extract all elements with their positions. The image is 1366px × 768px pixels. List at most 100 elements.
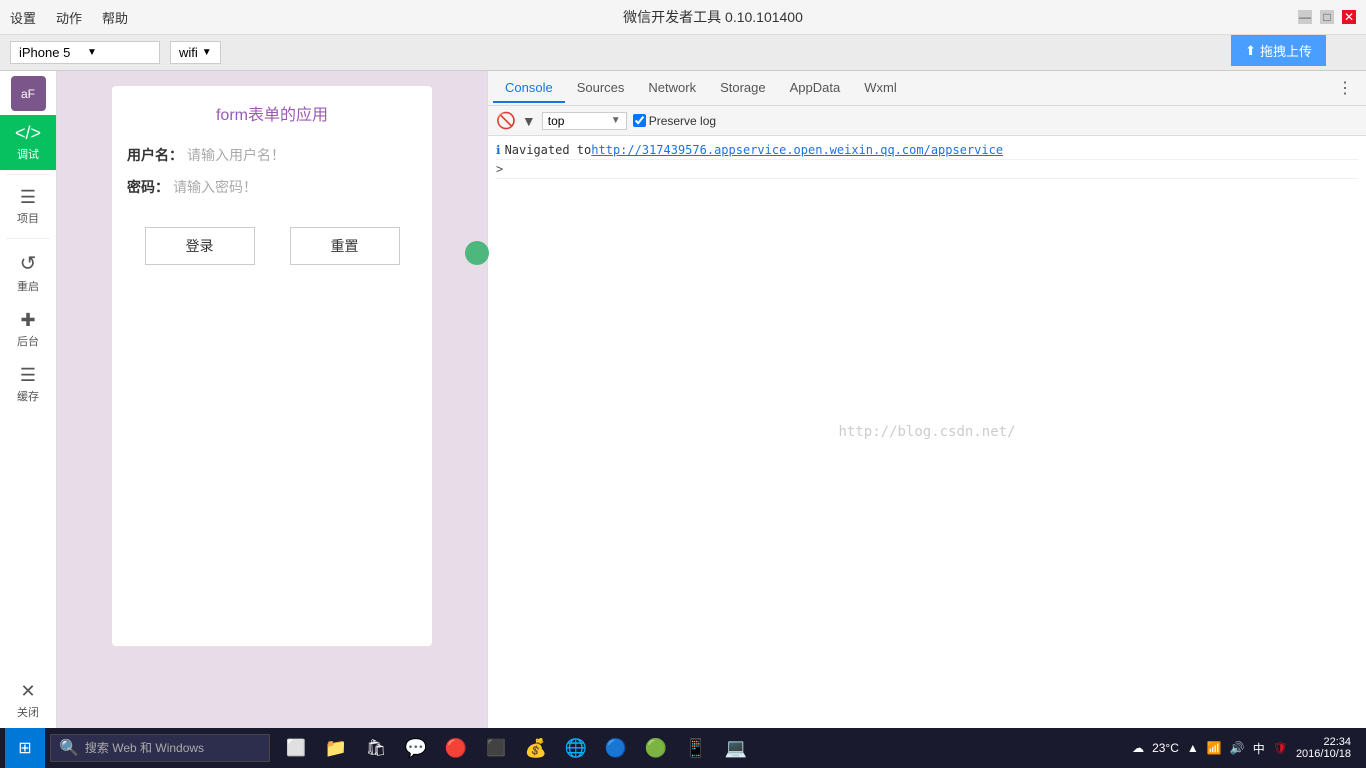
filter-icon[interactable]: ▼ [522, 113, 536, 129]
taskbar: ⊞ 🔍 ⬜ 📁 🛍 💬 🔴 ⬛ 💰 [0, 728, 1366, 768]
store-button[interactable]: 🛍 [358, 730, 394, 766]
taskbar-clock: 22:34 2016/10/18 [1296, 736, 1351, 760]
temp-label: 23°C [1152, 741, 1179, 755]
weather-icon: ☁ [1132, 741, 1144, 755]
chrome-button[interactable]: 🌐 [558, 730, 594, 766]
file-explorer-button[interactable]: 📁 [318, 730, 354, 766]
app-form-title: form表单的应用 [127, 101, 417, 125]
device-selector[interactable]: iPhone 5 ▼ [10, 41, 160, 64]
sidebar-label-backend: 后台 [17, 333, 39, 349]
avatar-initials: aF [21, 87, 35, 101]
sidebar-divider-2 [6, 238, 51, 239]
store-icon: 🛍 [366, 738, 386, 758]
close-button[interactable]: ✕ [1342, 10, 1356, 24]
chat-button[interactable]: 💬 [398, 730, 434, 766]
sidebar-item-debug[interactable]: </> 调试 [0, 115, 56, 170]
devtools-content: ℹ Navigated to http://317439576.appservi… [488, 136, 1366, 728]
filter-input-wrap: ▼ [542, 112, 627, 130]
sidebar-label-close: 关闭 [17, 704, 39, 720]
windows-icon: ⊞ [18, 738, 31, 758]
menu-help[interactable]: 帮助 [102, 8, 128, 27]
sidebar: aF </> 调试 ☰ 项目 ↺ 重启 ✚ 后台 ☰ 缓存 ✕ 关闭 [0, 71, 57, 728]
upload-icon: ⬆ [1245, 43, 1256, 59]
wifi-chevron-icon: ▼ [202, 47, 212, 58]
password-row: 密码： 请输入密码！ [127, 177, 417, 197]
restore-button[interactable]: □ [1320, 10, 1334, 24]
sidebar-label-debug: 调试 [17, 146, 39, 162]
vscode-icon: 💻 [725, 738, 747, 759]
wifi-selector[interactable]: wifi ▼ [170, 41, 221, 64]
chat-icon: 💬 [405, 738, 427, 759]
minimize-button[interactable]: — [1298, 10, 1312, 24]
wechat-dev-icon: 📱 [685, 738, 707, 759]
red-app-button[interactable]: 🔴 [438, 730, 474, 766]
clear-console-icon[interactable]: 🚫 [496, 111, 516, 131]
filter-dropdown-icon[interactable]: ▼ [611, 115, 621, 126]
finance-icon: 💰 [525, 738, 547, 759]
app-title: 微信开发者工具 0.10.101400 [623, 7, 803, 27]
devtools-tabs: Console Sources Network Storage AppData … [488, 71, 1366, 106]
search-icon: 🔍 [59, 738, 79, 758]
backend-icon: ✚ [20, 310, 35, 331]
cache-icon: ☰ [20, 365, 36, 386]
file-explorer-icon: 📁 [325, 738, 347, 759]
tab-network[interactable]: Network [636, 74, 708, 103]
username-label: 用户名： [127, 145, 183, 165]
time-label: 22:34 [1296, 736, 1351, 748]
password-label: 密码： [127, 177, 169, 197]
tab-wxml[interactable]: Wxml [852, 74, 909, 103]
console-row-navigated: ℹ Navigated to http://317439576.appservi… [496, 141, 1358, 160]
taskbar-search[interactable]: 🔍 [50, 734, 270, 762]
sidebar-item-cache[interactable]: ☰ 缓存 [0, 357, 56, 412]
device-bar: iPhone 5 ▼ wifi ▼ [0, 35, 1366, 71]
wechat-dev-button[interactable]: 📱 [678, 730, 714, 766]
sidebar-item-restart[interactable]: ↺ 重启 [0, 243, 56, 302]
devtools-panel: Console Sources Network Storage AppData … [487, 71, 1366, 728]
sidebar-item-backend[interactable]: ✚ 后台 [0, 302, 56, 357]
preserve-log-label: Preserve log [649, 114, 716, 128]
preserve-log-checkbox[interactable] [633, 114, 646, 127]
start-button[interactable]: ⊞ [5, 728, 45, 768]
reset-button[interactable]: 重置 [290, 227, 400, 265]
network-icon: 📶 [1207, 741, 1222, 755]
taskbar-search-input[interactable] [85, 741, 245, 755]
sidebar-label-project: 项目 [17, 210, 39, 226]
filter-input[interactable] [548, 114, 608, 128]
blue-app-button[interactable]: 🔵 [598, 730, 634, 766]
prompt-icon: > [496, 162, 503, 176]
username-row: 用户名： 请输入用户名！ [127, 145, 417, 165]
more-tabs-button[interactable]: ⋮ [1329, 78, 1361, 98]
tab-appdata[interactable]: AppData [778, 74, 853, 103]
sidebar-label-restart: 重启 [17, 278, 39, 294]
debug-icon: </> [15, 123, 41, 144]
finance-button[interactable]: 💰 [518, 730, 554, 766]
form-buttons: 登录 重置 [127, 227, 417, 265]
avatar: aF [11, 76, 46, 111]
username-placeholder: 请输入用户名！ [187, 145, 285, 165]
tab-storage[interactable]: Storage [708, 74, 778, 103]
devtools-toolbar: 🚫 ▼ ▼ Preserve log [488, 106, 1366, 136]
sidebar-label-cache: 缓存 [17, 388, 39, 404]
preview-area: form表单的应用 用户名： 请输入用户名！ 密码： 请输入密码！ 登录 重置 [57, 71, 487, 728]
green-app-button[interactable]: 🟢 [638, 730, 674, 766]
password-placeholder: 请输入密码！ [173, 177, 257, 197]
navigated-link[interactable]: http://317439576.appservice.open.weixin.… [591, 143, 1003, 157]
menu-actions[interactable]: 动作 [56, 8, 82, 27]
tab-console[interactable]: Console [493, 74, 565, 103]
device-label: iPhone 5 [19, 45, 83, 60]
close-icon: ✕ [20, 681, 35, 702]
menu-settings[interactable]: 设置 [10, 8, 36, 27]
tab-sources[interactable]: Sources [565, 74, 637, 103]
vscode-button[interactable]: 💻 [718, 730, 754, 766]
volume-icon: 🔊 [1230, 741, 1245, 755]
sidebar-item-project[interactable]: ☰ 项目 [0, 179, 56, 234]
taskview-button[interactable]: ⬜ [278, 730, 314, 766]
taskbar-right: ☁ 23°C ▲ 📶 🔊 中 🛡 22:34 2016/10/18 [1132, 736, 1361, 760]
sidebar-item-close[interactable]: ✕ 关闭 [0, 673, 56, 728]
restart-icon: ↺ [20, 251, 37, 276]
watermark: http://blog.csdn.net/ [838, 424, 1015, 440]
login-button[interactable]: 登录 [145, 227, 255, 265]
calculator-button[interactable]: ⬛ [478, 730, 514, 766]
navigated-text: Navigated to [505, 143, 592, 157]
upload-button[interactable]: ⬆ 拖拽上传 [1231, 35, 1326, 66]
